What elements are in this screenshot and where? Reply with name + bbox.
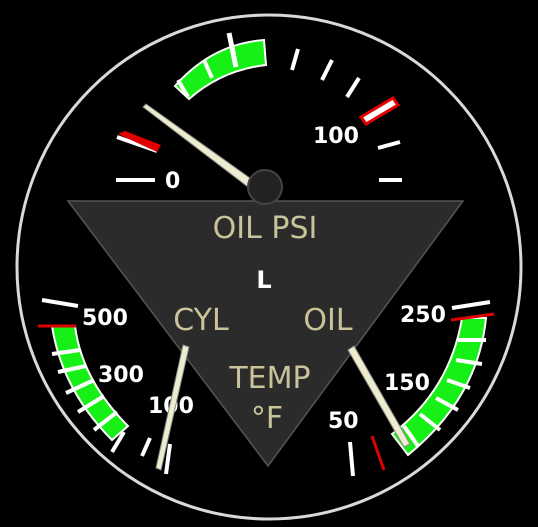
engine-side-indicator: L — [256, 266, 271, 294]
engine-gauge: 0 100 OIL PSI L CYL OIL TEMP °F 500 300 … — [0, 0, 538, 527]
oil-pressure-tick-label: 0 — [165, 169, 180, 194]
gauge-title: OIL PSI — [213, 211, 318, 246]
cyl-temp-tick-label: 500 — [82, 306, 128, 331]
oil-temp-tick-label: 250 — [400, 303, 446, 328]
oil-temp-tick-label: 150 — [384, 371, 430, 396]
oil-label: OIL — [303, 303, 352, 338]
oil-temp-tick-label: 50 — [328, 409, 359, 434]
oil-pressure-tick-label: 100 — [313, 124, 359, 149]
temp-unit-label: °F — [251, 401, 283, 436]
cyl-label: CYL — [173, 303, 229, 338]
temp-label: TEMP — [228, 361, 310, 396]
needle-hub — [247, 169, 283, 205]
cyl-temp-tick-label: 300 — [98, 363, 144, 388]
